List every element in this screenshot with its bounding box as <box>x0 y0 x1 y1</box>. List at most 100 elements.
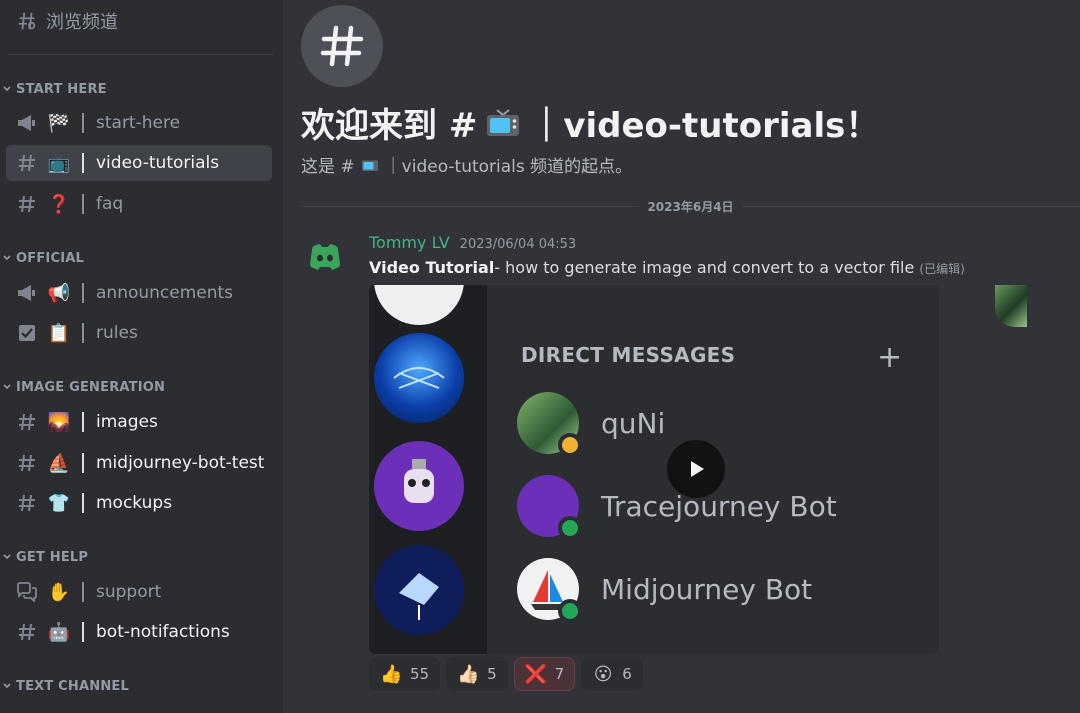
hash-icon <box>16 152 38 174</box>
rules-icon <box>16 322 38 344</box>
forum-icon <box>16 581 38 603</box>
category-label: TEXT CHANNEL <box>16 678 129 694</box>
reaction-count: 5 <box>487 665 497 683</box>
avatar <box>517 475 582 540</box>
play-icon <box>691 461 704 477</box>
server-avatar <box>374 333 464 423</box>
reaction-count: 7 <box>554 665 565 683</box>
channel-support[interactable]: ✋ support <box>6 574 272 610</box>
channel-bot-notifactions[interactable]: 🤖 bot-notifactions <box>6 614 272 650</box>
channel-separator <box>82 113 84 133</box>
channel-label: announcements <box>96 283 234 303</box>
channel-rules[interactable]: 📋 rules <box>6 315 272 351</box>
channel-hash-badge <box>301 5 383 87</box>
video-embed[interactable]: DIRECT MESSAGES + quNi Tracejourney Bot <box>369 285 939 654</box>
author-name[interactable]: Tommy LV <box>369 233 450 252</box>
reaction-surprised[interactable]: 😮 6 <box>581 657 643 691</box>
thumbs-up-icon: 👍 <box>380 663 403 685</box>
channel-mockups[interactable]: 👕 mockups <box>6 485 272 521</box>
dm-name: Midjourney Bot <box>601 572 813 606</box>
channel-separator <box>82 582 84 602</box>
dm-name: quNi <box>601 406 666 440</box>
category-start-here[interactable]: START HERE <box>2 80 107 98</box>
dm-item: quNi <box>517 392 666 457</box>
channel-label: images <box>96 412 158 432</box>
channel-separator <box>82 153 84 173</box>
channel-separator <box>82 622 84 642</box>
reaction-count: 6 <box>622 665 632 683</box>
chevron-down-icon <box>3 255 11 261</box>
dm-item: Midjourney Bot <box>517 558 813 623</box>
partial-image-thumbnail[interactable] <box>995 285 1027 327</box>
message-bold: Video Tutorial <box>369 258 495 277</box>
dm-title: DIRECT MESSAGES <box>521 343 736 367</box>
video-server-rail <box>369 285 487 654</box>
browse-channels-button[interactable]: 浏览频道 <box>16 8 118 34</box>
reaction-thumbs-up-light[interactable]: 👍🏻 5 <box>446 657 508 691</box>
online-status-icon <box>558 599 582 623</box>
reactions-bar: 👍 55 👍🏻 5 ❌ 7 😮 6 <box>369 657 643 691</box>
hash-icon <box>16 193 38 215</box>
channel-start-text: 这是 # ｜video-tutorials 频道的起点。 <box>301 152 632 177</box>
welcome-heading: 欢迎来到 # ｜video-tutorials！ <box>301 98 879 147</box>
category-image-generation[interactable]: IMAGE GENERATION <box>2 378 165 396</box>
avatar <box>517 558 582 623</box>
megaphone-icon <box>16 112 38 134</box>
reaction-cross[interactable]: ❌ 7 <box>513 657 576 691</box>
date-divider: 2023年6月4日 <box>301 198 1080 214</box>
category-get-help[interactable]: GET HELP <box>2 548 88 566</box>
checkered-flag-icon: 🏁 <box>47 112 71 134</box>
date-label: 2023年6月4日 <box>647 199 734 214</box>
category-label: GET HELP <box>16 549 89 565</box>
hash-icon <box>16 621 38 643</box>
channel-separator <box>82 412 84 432</box>
tv-icon <box>361 160 378 171</box>
avatar[interactable] <box>303 236 347 280</box>
server-avatar <box>374 285 464 325</box>
category-label: START HERE <box>16 81 107 97</box>
chevron-down-icon <box>3 86 11 92</box>
channel-video-tutorials[interactable]: 📺 video-tutorials <box>6 145 272 181</box>
channel-label: video-tutorials <box>96 153 220 173</box>
category-text-channel[interactable]: TEXT CHANNEL <box>2 677 129 695</box>
server-avatar <box>374 545 464 635</box>
channel-separator <box>82 283 84 303</box>
thumbs-up-light-icon: 👍🏻 <box>457 663 480 685</box>
category-official[interactable]: OFFICIAL <box>2 249 84 267</box>
reaction-count: 55 <box>410 665 430 683</box>
channel-faq[interactable]: ❓ faq <box>6 186 272 222</box>
avatar <box>517 392 582 457</box>
channel-start-here[interactable]: 🏁 start-here <box>6 105 272 141</box>
browse-channels-icon <box>18 12 36 30</box>
channel-label: midjourney-bot-test <box>96 453 265 473</box>
surprised-face-icon: 😮 <box>593 663 613 685</box>
play-button[interactable] <box>667 440 725 498</box>
welcome-suffix: ｜video-tutorials！ <box>529 106 880 146</box>
tv-icon: 📺 <box>47 152 71 174</box>
chat-area: 欢迎来到 # ｜video-tutorials！ 这是 # ｜video-tut… <box>283 0 1080 713</box>
robot-icon: 🤖 <box>47 621 71 643</box>
message-header: Tommy LV 2023/06/04 04:53 <box>369 233 576 252</box>
loudspeaker-icon: 📢 <box>47 282 71 304</box>
channel-label: bot-notifactions <box>96 622 230 642</box>
channel-label: mockups <box>96 493 173 513</box>
channel-label: support <box>96 582 162 602</box>
message-body: - how to generate image and convert to a… <box>494 258 915 277</box>
channel-midjourney-bot-test[interactable]: ⛵ midjourney-bot-test <box>6 445 272 481</box>
hash-icon <box>320 25 364 67</box>
server-avatar <box>374 441 464 531</box>
chevron-down-icon <box>3 683 11 689</box>
question-icon: ❓ <box>47 193 71 215</box>
hash-icon <box>16 411 38 433</box>
message-timestamp: 2023/06/04 04:53 <box>459 237 577 252</box>
chevron-down-icon <box>3 554 11 560</box>
channel-images[interactable]: 🌄 images <box>6 404 272 440</box>
landscape-icon: 🌄 <box>47 411 71 433</box>
channel-announcements[interactable]: 📢 announcements <box>6 275 272 311</box>
category-label: OFFICIAL <box>16 250 84 266</box>
divider-line <box>741 205 1080 207</box>
hash-icon <box>16 492 38 514</box>
dm-name: Tracejourney Bot <box>601 489 837 523</box>
reaction-thumbs-up[interactable]: 👍 55 <box>369 657 441 691</box>
edited-label: (已编辑) <box>919 262 965 276</box>
